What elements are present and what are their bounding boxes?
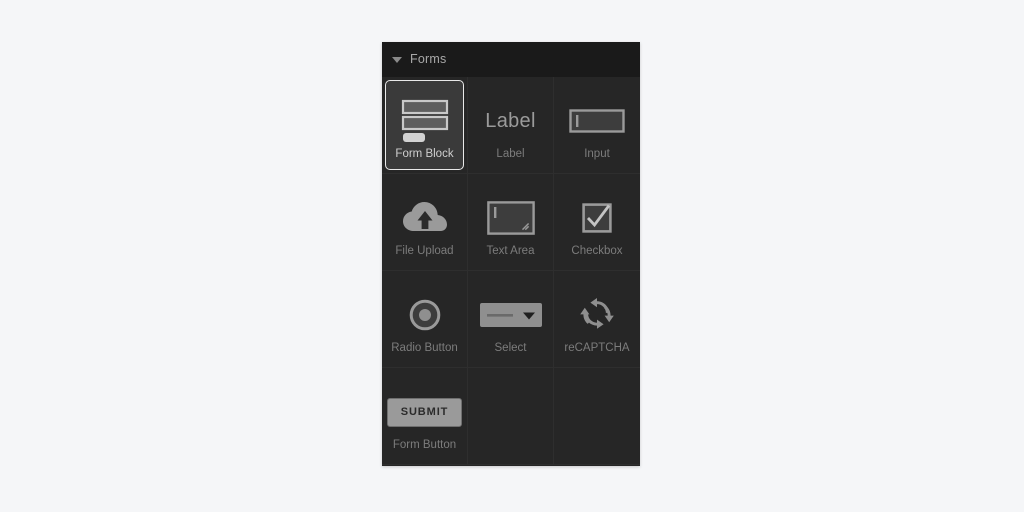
grid-item-label-element[interactable]: Label Label (468, 77, 554, 174)
submit-button-icon: SUBMIT (386, 385, 463, 440)
grid-item-label: reCAPTCHA (564, 341, 630, 354)
grid-item-label: Form Block (395, 147, 454, 160)
submit-button-glyph: SUBMIT (386, 397, 463, 427)
grid-item-select[interactable]: Select (468, 271, 554, 368)
grid-item-empty (468, 368, 554, 465)
form-block-icon (388, 94, 461, 149)
grid-item-label: Form Button (392, 438, 457, 451)
chevron-down-icon[interactable] (392, 56, 402, 63)
cloud-upload-icon (388, 191, 461, 246)
text-area-icon (474, 191, 547, 246)
radio-button-icon (388, 288, 461, 343)
panel-title: Forms (410, 52, 447, 67)
screen: Forms Form Block Label Label Input File … (0, 0, 1024, 512)
grid-item-label: Input (584, 147, 610, 160)
label-icon: Label (474, 94, 547, 149)
select-dropdown-icon (474, 288, 547, 343)
label-icon-glyph: Label (485, 110, 536, 133)
grid-item-form-block[interactable]: Form Block (382, 77, 468, 174)
input-field-icon (560, 94, 634, 149)
grid-item-label: Text Area (486, 244, 535, 257)
grid-item-checkbox[interactable]: Checkbox (554, 174, 640, 271)
grid-item-label: Select (494, 341, 527, 354)
recaptcha-icon (560, 288, 634, 343)
grid-item-recaptcha[interactable]: reCAPTCHA (554, 271, 640, 368)
grid-item-label: Label (496, 147, 525, 160)
panel-header[interactable]: Forms (382, 42, 640, 77)
grid-item-empty (554, 368, 640, 465)
grid-item-form-button[interactable]: SUBMIT Form Button (382, 368, 468, 465)
grid-item-input[interactable]: Input (554, 77, 640, 174)
grid-item-label: Checkbox (571, 244, 623, 257)
forms-panel: Forms Form Block Label Label Input File … (382, 42, 640, 466)
grid-item-label: File Upload (395, 244, 454, 257)
checkbox-icon (560, 191, 634, 246)
forms-element-grid: Form Block Label Label Input File Upload… (382, 77, 640, 466)
grid-item-label: Radio Button (391, 341, 458, 354)
grid-item-file-upload[interactable]: File Upload (382, 174, 468, 271)
grid-item-radio-button[interactable]: Radio Button (382, 271, 468, 368)
grid-item-text-area[interactable]: Text Area (468, 174, 554, 271)
